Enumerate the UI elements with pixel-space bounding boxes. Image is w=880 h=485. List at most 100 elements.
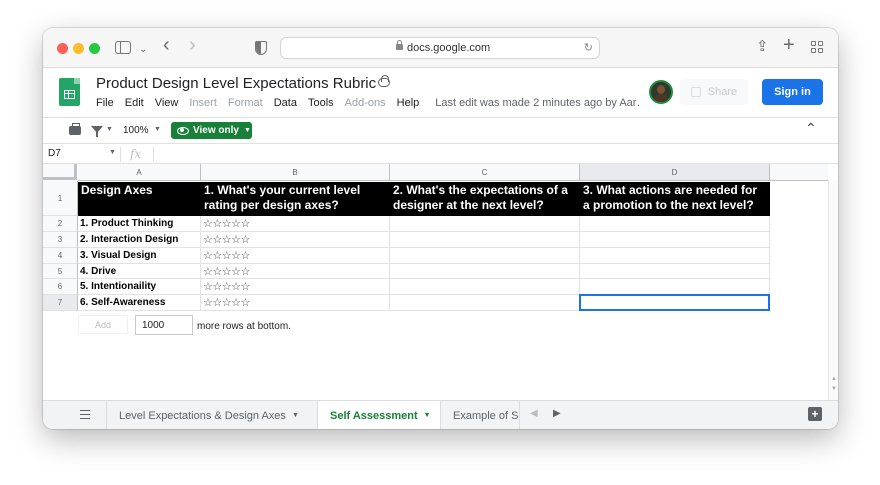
sheet-tabs-bar: Level Expectations & Design Axes ▼ Self A… xyxy=(43,400,838,429)
cloud-saved-icon[interactable] xyxy=(378,75,390,87)
select-all-corner[interactable] xyxy=(43,164,77,180)
add-rows-count-input[interactable]: 1000 xyxy=(135,315,193,335)
column-header-d[interactable]: D xyxy=(580,164,770,181)
menu-format: Format xyxy=(227,97,263,109)
reload-icon[interactable]: ↻ xyxy=(584,41,593,54)
cell-a5[interactable]: 4. Drive xyxy=(78,264,201,279)
view-only-button[interactable]: View only ▼ xyxy=(171,122,252,139)
chevron-down-icon[interactable]: ▼ xyxy=(292,412,299,419)
scroll-tabs-left-icon[interactable]: ◀ xyxy=(530,408,538,419)
share-icon[interactable]: ⇪ xyxy=(756,37,769,57)
chevron-down-icon[interactable]: ▼ xyxy=(424,412,431,419)
last-edit-link[interactable]: Last edit was made 2 minutes ago by Aar… xyxy=(435,97,640,113)
cell-c3[interactable] xyxy=(390,232,580,248)
row-header-3[interactable]: 3 xyxy=(43,232,78,248)
menu-view[interactable]: View xyxy=(155,97,179,113)
cell-b5-rating[interactable]: ☆☆☆☆☆ xyxy=(201,264,390,279)
cell-b6-rating[interactable]: ☆☆☆☆☆ xyxy=(201,279,390,295)
row-header-5[interactable]: 5 xyxy=(43,264,78,279)
row-header-4[interactable]: 4 xyxy=(43,248,78,264)
filter-icon[interactable] xyxy=(91,126,103,137)
cell-b2-rating[interactable]: ☆☆☆☆☆ xyxy=(201,216,390,232)
cell-b7-rating[interactable]: ☆☆☆☆☆ xyxy=(201,295,390,311)
cell-d3[interactable] xyxy=(580,232,770,248)
tab-level-expectations[interactable]: Level Expectations & Design Axes ▼ xyxy=(107,401,317,429)
scroll-tabs-right-icon[interactable]: ▶ xyxy=(553,408,561,419)
menu-data[interactable]: Data xyxy=(274,97,297,113)
cell-b3-rating[interactable]: ☆☆☆☆☆ xyxy=(201,232,390,248)
document-title[interactable]: Product Design Level Expectations Rubric xyxy=(96,75,376,92)
view-only-label: View only xyxy=(193,125,239,136)
column-header-b[interactable]: B xyxy=(201,164,390,181)
scroll-down-icon[interactable]: ▼ xyxy=(831,386,837,392)
cell-a7[interactable]: 6. Self-Awareness xyxy=(78,295,201,311)
new-tab-icon[interactable]: + xyxy=(783,35,795,55)
selected-cell-d7[interactable] xyxy=(579,294,770,311)
cell-a3[interactable]: 2. Interaction Design xyxy=(78,232,201,248)
sheets-toolbar: ▼ 100% ▼ View only ▼ ⌃ xyxy=(43,117,838,144)
avatar[interactable] xyxy=(649,80,673,104)
fx-icon: fx xyxy=(130,147,142,161)
tab-example[interactable]: Example of S xyxy=(441,401,519,429)
address-bar[interactable]: docs.google.com ↻ xyxy=(280,37,600,59)
cell-a6[interactable]: 5. Intentionaility xyxy=(78,279,201,295)
name-box[interactable]: D7 xyxy=(48,148,61,159)
column-header-a[interactable]: A xyxy=(78,164,201,181)
collapse-icon[interactable]: ⌃ xyxy=(805,120,817,137)
formula-bar: D7 ▼ fx xyxy=(43,145,838,164)
spreadsheet-grid: A B C D 1 2 3 4 5 6 7 Design Axes 1. Wha… xyxy=(43,164,838,400)
row-header-6[interactable]: 6 xyxy=(43,279,78,295)
sign-in-button[interactable]: Sign in xyxy=(762,79,823,105)
row-header-1[interactable]: 1 xyxy=(43,181,78,216)
back-icon[interactable]: ‹ xyxy=(163,35,170,55)
cell-a4[interactable]: 3. Visual Design xyxy=(78,248,201,264)
eye-icon xyxy=(177,126,189,135)
zoom-select[interactable]: 100% xyxy=(123,125,149,136)
minimize-window-button[interactable] xyxy=(73,43,84,54)
scroll-up-icon[interactable]: ▲ xyxy=(831,376,837,382)
cell-c5[interactable] xyxy=(390,264,580,279)
cell-c2[interactable] xyxy=(390,216,580,232)
column-header-c[interactable]: C xyxy=(390,164,580,181)
forward-icon[interactable]: › xyxy=(189,35,196,55)
tab-label: Self Assessment xyxy=(330,409,418,422)
sidebar-icon[interactable] xyxy=(115,41,131,54)
cell-a2[interactable]: 1. Product Thinking xyxy=(78,216,201,232)
cell-d2[interactable] xyxy=(580,216,770,232)
browser-window: ⌄ ‹ › docs.google.com ↻ ⇪ + Product Desi… xyxy=(43,28,838,429)
row-header-7[interactable]: 7 xyxy=(43,295,78,311)
menu-edit[interactable]: Edit xyxy=(125,97,144,113)
zoom-window-button[interactable] xyxy=(89,43,100,54)
header-next-level-expectations[interactable]: 2. What's the expectations of a designer… xyxy=(390,182,580,216)
header-promotion-actions[interactable]: 3. What actions are needed for a promoti… xyxy=(580,182,770,216)
all-sheets-icon[interactable] xyxy=(80,410,90,419)
tab-self-assessment[interactable]: Self Assessment ▼ xyxy=(318,401,440,429)
share-label: Share xyxy=(707,86,738,98)
print-icon[interactable] xyxy=(69,123,81,135)
tab-overview-icon[interactable] xyxy=(811,41,824,54)
sheets-logo-icon[interactable] xyxy=(59,78,80,106)
chevron-down-icon: ▼ xyxy=(243,127,251,134)
vertical-scrollbar[interactable]: ▲ ▼ xyxy=(828,180,838,400)
row-header-2[interactable]: 2 xyxy=(43,216,78,232)
menu-tools[interactable]: Tools xyxy=(308,97,334,113)
menu-file[interactable]: File xyxy=(96,97,114,113)
chevron-down-icon[interactable]: ▼ xyxy=(106,126,113,133)
cell-c7[interactable] xyxy=(390,295,580,311)
header-current-level[interactable]: 1. What's your current level rating per … xyxy=(201,182,390,216)
cell-c6[interactable] xyxy=(390,279,580,295)
shield-icon[interactable] xyxy=(255,41,267,55)
safari-toolbar: ⌄ ‹ › docs.google.com ↻ ⇪ + xyxy=(43,28,838,68)
cell-d5[interactable] xyxy=(580,264,770,279)
cell-d4[interactable] xyxy=(580,248,770,264)
cell-b4-rating[interactable]: ☆☆☆☆☆ xyxy=(201,248,390,264)
close-window-button[interactable] xyxy=(57,43,68,54)
cell-c4[interactable] xyxy=(390,248,580,264)
explore-icon[interactable]: + xyxy=(808,407,822,421)
header-design-axes[interactable]: Design Axes xyxy=(78,182,201,216)
cell-d6[interactable] xyxy=(580,279,770,295)
chevron-down-icon[interactable]: ▼ xyxy=(154,126,161,133)
menu-help[interactable]: Help xyxy=(397,97,420,113)
chevron-down-icon[interactable]: ⌄ xyxy=(139,40,147,60)
chevron-down-icon[interactable]: ▼ xyxy=(109,149,116,156)
